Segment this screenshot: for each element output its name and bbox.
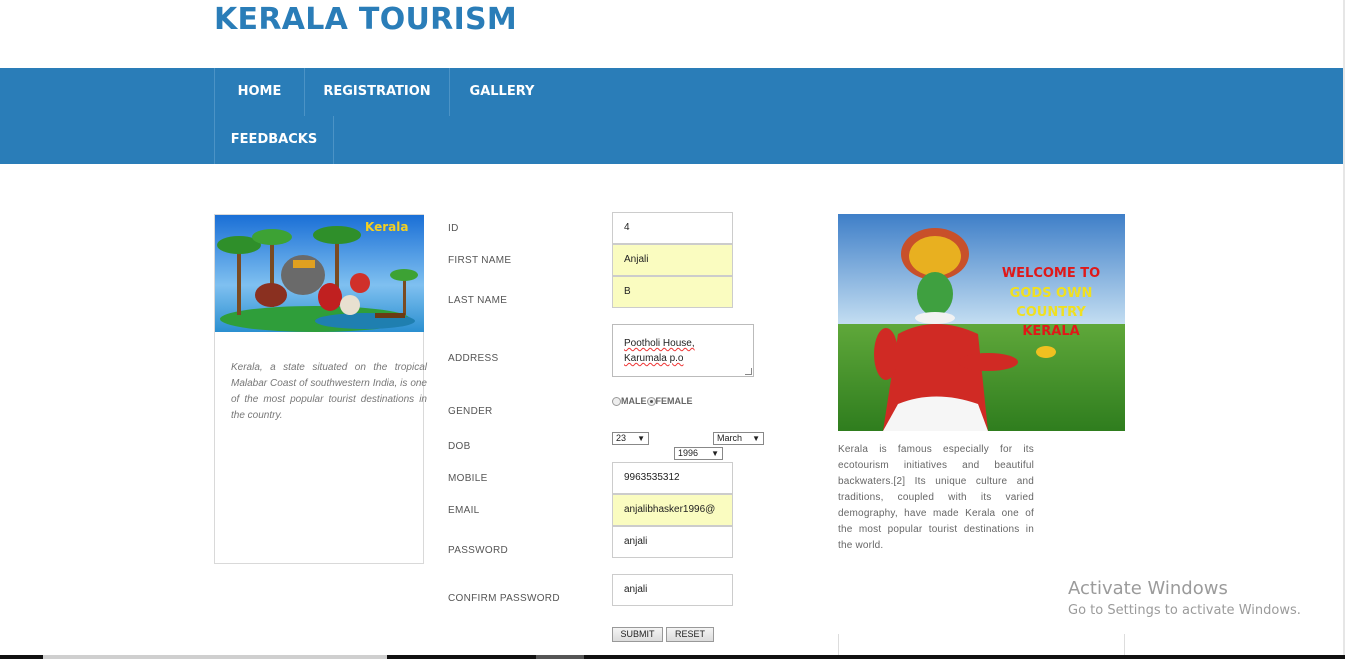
left-description: Kerala, a state situated on the tropical… xyxy=(231,362,427,421)
reset-button[interactable]: RESET xyxy=(666,627,714,642)
id-label: ID xyxy=(448,223,459,234)
navbar: HOME REGISTRATION GALLERY FEEDBACKS xyxy=(0,68,1343,164)
mobile-field[interactable]: 9963535312 xyxy=(612,462,733,494)
confirm-password-label: CONFIRM PASSWORD xyxy=(448,593,560,604)
last-name-field[interactable]: B xyxy=(612,276,733,308)
nav-feedbacks[interactable]: FEEDBACKS xyxy=(214,116,334,164)
address-line-1: Pootholi House, xyxy=(624,336,742,351)
dob-month-value: March xyxy=(717,433,743,443)
kathakali-welcome-image: WELCOME TO GODS OWN COUNTRY KERALA xyxy=(838,214,1125,431)
nav-registration[interactable]: REGISTRATION xyxy=(304,68,449,116)
male-radio-label: MALE xyxy=(621,396,647,406)
banner-line-3: COUNTRY xyxy=(1016,305,1086,320)
address-line-1-text: Pootholi House, xyxy=(624,338,695,349)
mobile-label: MOBILE xyxy=(448,473,488,484)
address-line-2-text: Karumala p.o xyxy=(624,353,684,364)
address-label: ADDRESS xyxy=(448,353,499,364)
taskbar-active-item[interactable] xyxy=(43,655,387,659)
dob-year-select[interactable]: 1996 ▼ xyxy=(674,447,723,460)
gender-radio-group: MALE FEMALE xyxy=(612,396,693,406)
nav-home[interactable]: HOME xyxy=(214,68,304,116)
password-field[interactable]: anjali xyxy=(612,526,733,558)
submit-button[interactable]: SUBMIT xyxy=(612,627,663,642)
female-radio[interactable] xyxy=(646,396,656,406)
kerala-caption: Kerala xyxy=(365,220,408,234)
dropdown-arrow-icon: ▼ xyxy=(711,449,719,458)
address-line-2: Karumala p.o xyxy=(624,351,742,366)
activate-windows-title: Activate Windows xyxy=(1068,578,1228,599)
nav-gallery[interactable]: GALLERY xyxy=(449,68,554,116)
last-name-label: LAST NAME xyxy=(448,295,508,306)
gender-label: GENDER xyxy=(448,406,493,417)
right-description: Kerala is famous especially for its ecot… xyxy=(838,444,1034,551)
id-field[interactable]: 4 xyxy=(612,212,733,244)
banner-line-2: GODS OWN xyxy=(1010,286,1093,301)
address-textarea[interactable]: Pootholi House, Karumala p.o xyxy=(612,324,754,377)
dob-label: DOB xyxy=(448,441,471,452)
dob-day-value: 23 xyxy=(616,433,627,443)
taskbar-item[interactable] xyxy=(536,655,584,659)
activate-windows-subtitle: Go to Settings to activate Windows. xyxy=(1068,603,1301,618)
confirm-password-field[interactable]: anjali xyxy=(612,574,733,606)
first-name-label: FIRST NAME xyxy=(448,255,512,266)
dropdown-arrow-icon: ▼ xyxy=(752,434,760,443)
email-field[interactable]: anjalibhasker1996@ xyxy=(612,494,733,526)
dob-day-select[interactable]: 23 ▼ xyxy=(612,432,649,445)
resize-grip-icon[interactable] xyxy=(745,368,752,375)
left-panel: Kerala Kerala, a state situated on the t… xyxy=(214,214,427,564)
password-label: PASSWORD xyxy=(448,545,508,556)
female-radio-label: FEMALE xyxy=(655,396,693,406)
dob-year-value: 1996 xyxy=(678,448,699,458)
first-name-field[interactable]: Anjali xyxy=(612,244,733,276)
banner-line-4: KERALA xyxy=(1022,324,1079,339)
dropdown-arrow-icon: ▼ xyxy=(637,434,645,443)
banner-line-1: WELCOME TO xyxy=(1002,266,1100,281)
email-label: EMAIL xyxy=(448,505,480,516)
page: KERALA TOURISM HOME REGISTRATION GALLERY… xyxy=(0,0,1345,659)
kerala-collage-image: Kerala xyxy=(215,215,424,332)
site-title[interactable]: KERALA TOURISM xyxy=(214,2,517,37)
dob-month-select[interactable]: March ▼ xyxy=(713,432,764,445)
male-radio[interactable] xyxy=(612,396,621,406)
